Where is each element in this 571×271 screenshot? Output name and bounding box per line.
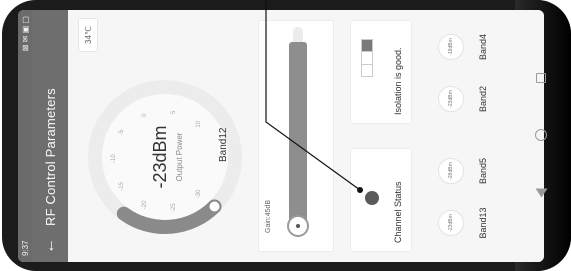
main-content: 34℃ -30 -25 -20 -15 -10 -5 0 5 10 -23dBm Output …: [68, 10, 544, 262]
gain-fill: [289, 41, 307, 223]
band-item[interactable]: -26dBm Band5: [438, 146, 488, 196]
gauge-tick-label: -10: [111, 154, 117, 163]
status-bar: 9:37 ⊠ ✉ ▣ ▢: [18, 10, 32, 262]
gain-label: Gain:45dB: [265, 199, 272, 233]
band-item[interactable]: -19dBm Band4: [438, 22, 488, 72]
gauge-tick-label: -30: [196, 189, 203, 199]
isolation-label: Isolation is good.: [393, 47, 403, 115]
arrow-back-icon[interactable]: ←: [41, 238, 58, 254]
isolation-card: Isolation is good.: [350, 20, 412, 124]
band-item[interactable]: -23dBm Band2: [438, 74, 488, 124]
band-name: Band4: [478, 33, 488, 61]
gauge-value: -23dBm: [150, 125, 170, 189]
square-icon[interactable]: [536, 73, 546, 83]
app-bar: ← RF Control Parameters: [32, 10, 68, 262]
microphone-icon: [365, 191, 379, 205]
isolation-bar: [361, 39, 373, 77]
channel-status-label: Channel Status: [393, 181, 403, 243]
gauge-knob[interactable]: [207, 199, 222, 214]
band-value: -23dBm: [438, 86, 464, 112]
temperature-chip: 34℃: [78, 18, 98, 52]
gauge-tick-label: 10: [196, 120, 203, 128]
gauge-tick-label: -5: [119, 129, 126, 136]
band-value: -26dBm: [438, 158, 464, 184]
band-name: Band13: [478, 207, 488, 239]
band-name: Band2: [478, 85, 488, 113]
gauge-tick-label: -15: [119, 182, 126, 191]
circle-icon[interactable]: [535, 129, 547, 141]
system-nav-bar: [517, 10, 565, 262]
band-value: -23dBm: [438, 210, 464, 236]
channel-status-card[interactable]: Channel Status: [350, 148, 412, 252]
screen: 9:37 ⊠ ✉ ▣ ▢ ← RF Control Parameters 34℃…: [18, 10, 544, 262]
band-item[interactable]: -23dBm Band13: [438, 198, 488, 248]
page-title: RF Control Parameters: [42, 88, 58, 226]
band-value: -19dBm: [438, 34, 464, 60]
phone-frame: 9:37 ⊠ ✉ ▣ ▢ ← RF Control Parameters 34℃…: [2, 0, 571, 271]
status-time: 9:37: [20, 240, 30, 256]
gauge-tick-label: -20: [141, 200, 148, 210]
gauge-tick-label: 0: [141, 113, 148, 117]
gauge-label: Output Power: [175, 132, 184, 182]
status-icons: ⊠ ✉ ▣ ▢: [20, 16, 30, 52]
app-canvas: 9:37 ⊠ ✉ ▣ ▢ ← RF Control Parameters 34℃…: [18, 10, 544, 262]
band-title: Band12: [218, 127, 229, 162]
gain-slider-card: Gain:45dB: [258, 20, 334, 252]
gain-slider-handle[interactable]: [287, 215, 309, 237]
triangle-back-icon[interactable]: [535, 188, 547, 198]
band-name: Band5: [478, 157, 488, 185]
